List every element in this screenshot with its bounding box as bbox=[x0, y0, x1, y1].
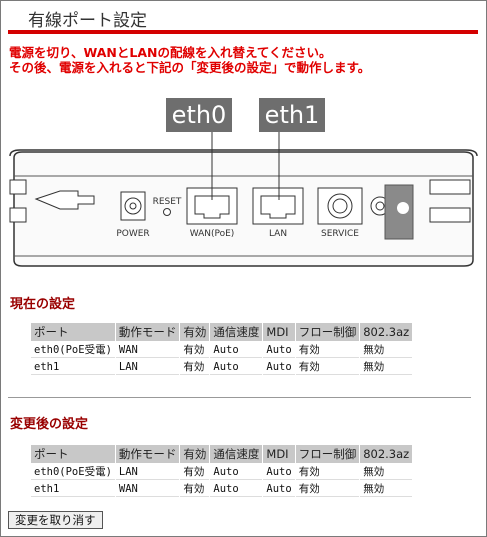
table-cell: Auto bbox=[210, 342, 263, 358]
page-title: 有線ポート設定 bbox=[28, 11, 147, 31]
section-divider bbox=[8, 397, 471, 398]
eth0-label: eth0 bbox=[166, 98, 232, 132]
device-illustration: RESET POWER WAN(PoE) LAN SERVICE eth0 et… bbox=[0, 96, 487, 280]
column-header: ポート bbox=[31, 445, 115, 463]
column-header: 通信速度 bbox=[210, 323, 263, 341]
table-row: eth1 WAN 有効 Auto Auto 有効 無効 bbox=[31, 481, 413, 497]
current-settings-title: 現在の設定 bbox=[10, 297, 76, 312]
column-header: 有効 bbox=[180, 445, 210, 463]
table-cell: Auto bbox=[210, 359, 263, 375]
table-cell: WAN bbox=[115, 481, 180, 497]
table-cell: Auto bbox=[263, 359, 295, 375]
table-cell: 有効 bbox=[180, 359, 210, 375]
table-cell: Auto bbox=[263, 342, 295, 358]
undo-changes-button[interactable]: 変更を取り消す bbox=[8, 511, 103, 529]
table-cell: LAN bbox=[115, 464, 180, 480]
after-settings-title: 変更後の設定 bbox=[10, 417, 89, 432]
column-header: フロー制御 bbox=[295, 445, 360, 463]
column-header: フロー制御 bbox=[295, 323, 360, 341]
column-header: 通信速度 bbox=[210, 445, 263, 463]
current-settings-table: ポート 動作モード 有効 通信速度 MDI フロー制御 802.3az eth0(PoE受電… bbox=[30, 322, 413, 376]
warning-line-2: その後、電源を入れると下記の「変更後の設定」で動作します。 bbox=[9, 60, 371, 75]
wan-label: WAN(PoE) bbox=[190, 229, 235, 239]
warning-line-1: 電源を切り、WANとLANの配線を入れ替えてください。 bbox=[9, 45, 332, 60]
table-cell: LAN bbox=[115, 359, 180, 375]
lan-label: LAN bbox=[269, 229, 287, 239]
table-cell: 有効 bbox=[295, 342, 360, 358]
warning-message: 電源を切り、WANとLANの配線を入れ替えてください。 その後、電源を入れると下… bbox=[9, 45, 479, 75]
title-bar: 有線ポート設定 bbox=[8, 4, 478, 34]
table-cell: Auto bbox=[263, 464, 295, 480]
column-header: ポート bbox=[31, 323, 115, 341]
column-header: MDI bbox=[263, 445, 295, 463]
table-cell: WAN bbox=[115, 342, 180, 358]
eth1-label: eth1 bbox=[259, 98, 325, 132]
router-image: RESET POWER WAN(PoE) LAN SERVICE bbox=[9, 132, 478, 267]
table-cell: 有効 bbox=[180, 481, 210, 497]
table-cell: Auto bbox=[210, 481, 263, 497]
table-cell: 有効 bbox=[295, 481, 360, 497]
table-cell: eth1 bbox=[31, 359, 115, 375]
table-cell: 無効 bbox=[360, 464, 413, 480]
table-header-row: ポート 動作モード 有効 通信速度 MDI フロー制御 802.3az bbox=[31, 445, 413, 463]
table-cell: Auto bbox=[210, 464, 263, 480]
power-label: POWER bbox=[116, 229, 149, 239]
table-cell: 有効 bbox=[180, 464, 210, 480]
table-header-row: ポート 動作モード 有効 通信速度 MDI フロー制御 802.3az bbox=[31, 323, 413, 341]
column-header: 802.3az bbox=[360, 445, 413, 463]
column-header: 802.3az bbox=[360, 323, 413, 341]
table-cell: Auto bbox=[263, 481, 295, 497]
reset-label: RESET bbox=[153, 197, 182, 207]
table-cell: 無効 bbox=[360, 481, 413, 497]
table-cell: eth0(PoE受電) bbox=[31, 342, 115, 358]
table-cell: eth0(PoE受電) bbox=[31, 464, 115, 480]
column-header: 動作モード bbox=[115, 445, 180, 463]
table-cell: 有効 bbox=[180, 342, 210, 358]
table-cell: 無効 bbox=[360, 359, 413, 375]
after-settings-table: ポート 動作モード 有効 通信速度 MDI フロー制御 802.3az eth0(PoE受電… bbox=[30, 444, 413, 498]
service-label: SERVICE bbox=[321, 229, 359, 239]
table-row: eth0(PoE受電) LAN 有効 Auto Auto 有効 無効 bbox=[31, 464, 413, 480]
table-cell: 無効 bbox=[360, 342, 413, 358]
column-header: 動作モード bbox=[115, 323, 180, 341]
table-row: eth0(PoE受電) WAN 有効 Auto Auto 有効 無効 bbox=[31, 342, 413, 358]
table-cell: eth1 bbox=[31, 481, 115, 497]
table-row: eth1 LAN 有効 Auto Auto 有効 無効 bbox=[31, 359, 413, 375]
column-header: 有効 bbox=[180, 323, 210, 341]
table-cell: 有効 bbox=[295, 464, 360, 480]
table-cell: 有効 bbox=[295, 359, 360, 375]
column-header: MDI bbox=[263, 323, 295, 341]
